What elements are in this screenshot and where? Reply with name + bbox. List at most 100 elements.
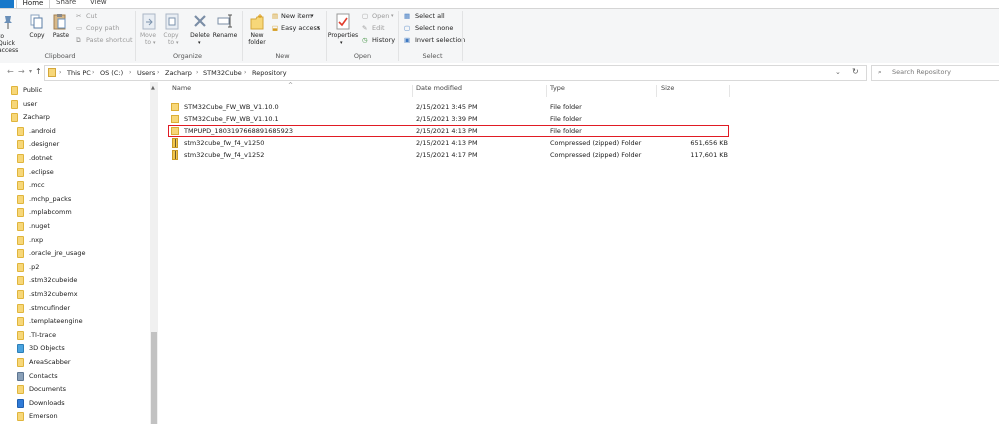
sidebar-item-label: .stm32cubeide bbox=[29, 276, 78, 285]
copy-path-icon: ▭ bbox=[76, 24, 83, 32]
file-row[interactable]: STM32Cube_FW_WB_V1.10.1 2/15/2021 3:39 PM… bbox=[168, 113, 728, 125]
folder-icon bbox=[17, 167, 24, 177]
cut-button[interactable]: Cut bbox=[86, 12, 97, 21]
tab-share[interactable]: Share bbox=[56, 0, 76, 8]
file-row[interactable]: STM32Cube_FW_WB_V1.10.0 2/15/2021 3:45 PM… bbox=[168, 101, 728, 113]
select-none-button[interactable]: Select none bbox=[415, 24, 453, 33]
new-folder-button[interactable]: New folder bbox=[244, 32, 270, 46]
sidebar-item[interactable]: Contacts bbox=[0, 370, 150, 383]
invert-selection-button[interactable]: Invert selection bbox=[415, 36, 465, 45]
sidebar-item[interactable]: .mcc bbox=[0, 179, 150, 192]
folder-icon bbox=[17, 126, 24, 136]
open-button[interactable]: Open bbox=[372, 12, 389, 21]
back-arrow-icon[interactable]: ← bbox=[7, 67, 14, 76]
sidebar-item[interactable]: Downloads bbox=[0, 397, 150, 410]
tab-view[interactable]: View bbox=[90, 0, 107, 8]
column-date-modified[interactable]: Date modified bbox=[416, 84, 462, 98]
breadcrumb-this-pc[interactable]: This PC bbox=[67, 69, 91, 77]
select-all-button[interactable]: Select all bbox=[415, 12, 445, 21]
column-name[interactable]: Name bbox=[172, 84, 191, 98]
scrollbar-thumb[interactable] bbox=[151, 332, 157, 424]
address-dropdown-icon[interactable]: ⌄ bbox=[835, 68, 841, 76]
sidebar-item[interactable]: .eclipse bbox=[0, 166, 150, 179]
column-divider[interactable] bbox=[656, 85, 657, 97]
file-row[interactable]: stm32cube_fw_f4_v1250 2/15/2021 4:13 PM Co… bbox=[168, 137, 728, 149]
file-row[interactable]: stm32cube_fw_f4_v1252 2/15/2021 4:17 PM Co… bbox=[168, 149, 728, 161]
sidebar-item[interactable]: Emerson bbox=[0, 410, 150, 423]
objects-3d-icon bbox=[17, 344, 24, 354]
scroll-up-icon[interactable]: ▲ bbox=[151, 84, 155, 93]
refresh-icon[interactable]: ↻ bbox=[852, 67, 859, 76]
new-item-button[interactable]: New item bbox=[281, 12, 312, 21]
folder-icon bbox=[17, 412, 24, 422]
sidebar-item[interactable]: .android bbox=[0, 125, 150, 138]
file-name: STM32Cube_FW_WB_V1.10.0 bbox=[184, 103, 279, 111]
breadcrumb-stm32cube[interactable]: STM32Cube bbox=[203, 69, 242, 77]
recent-chevron-icon[interactable]: ▾ bbox=[29, 68, 32, 75]
sidebar-item[interactable]: Documents bbox=[0, 383, 150, 396]
folder-icon bbox=[17, 262, 24, 272]
sidebar-item[interactable]: .nuget bbox=[0, 220, 150, 233]
paste-button[interactable]: Paste bbox=[50, 32, 72, 39]
sidebar-item[interactable]: AreaScabber bbox=[0, 356, 150, 369]
delete-chevron-icon: ▾ bbox=[198, 40, 201, 46]
sidebar-item[interactable]: .stm32cubeide bbox=[0, 274, 150, 287]
rename-button[interactable]: Rename bbox=[212, 32, 238, 39]
easy-access-button[interactable]: Easy access bbox=[281, 24, 320, 33]
up-arrow-icon[interactable]: ↑ bbox=[35, 67, 42, 76]
column-divider[interactable] bbox=[412, 85, 413, 97]
column-size[interactable]: Size bbox=[661, 84, 674, 98]
sidebar-item[interactable]: .designer bbox=[0, 138, 150, 151]
pin-to-quick-access-button[interactable]: to Quick access bbox=[0, 33, 18, 54]
folder-icon bbox=[11, 99, 18, 109]
forward-arrow-icon[interactable]: → bbox=[18, 67, 25, 76]
history-icon: ◷ bbox=[362, 36, 368, 44]
navigation-pane: Public user Zacharp .android .designer .dotne… bbox=[0, 82, 160, 424]
navigation-scrollbar[interactable] bbox=[150, 82, 158, 424]
sidebar-item[interactable]: .nxp bbox=[0, 234, 150, 247]
sidebar-item[interactable]: .TI-trace bbox=[0, 329, 150, 342]
properties-button[interactable]: Properties bbox=[326, 32, 360, 39]
folder-icon bbox=[17, 303, 24, 313]
sidebar-item-label: .mplabcomm bbox=[29, 208, 72, 217]
sidebar-item[interactable]: .mchp_packs bbox=[0, 193, 150, 206]
column-divider[interactable] bbox=[546, 85, 547, 97]
delete-button[interactable]: Delete bbox=[188, 32, 212, 39]
select-none-icon: ▢ bbox=[404, 24, 411, 32]
sidebar-item[interactable]: .dotnet bbox=[0, 152, 150, 165]
copy-button[interactable]: Copy bbox=[27, 32, 47, 39]
ribbon: to Quick access Copy Paste ✂ Cut ▭ Copy … bbox=[0, 8, 999, 64]
edit-button[interactable]: Edit bbox=[372, 24, 385, 33]
open-chevron-icon: ▾ bbox=[391, 13, 394, 19]
column-type[interactable]: Type bbox=[550, 84, 565, 98]
address-field[interactable]: › This PC › OS (C:) › Users › Zacharp › … bbox=[44, 65, 867, 81]
tab-file[interactable] bbox=[0, 0, 14, 8]
breadcrumb-users[interactable]: Users bbox=[137, 69, 155, 77]
column-divider[interactable] bbox=[729, 85, 730, 97]
sidebar-item[interactable]: Public bbox=[0, 84, 150, 97]
folder-icon bbox=[17, 235, 24, 245]
sidebar-item[interactable]: .templateengine bbox=[0, 315, 150, 328]
breadcrumb-zacharp[interactable]: Zacharp bbox=[165, 69, 192, 77]
file-date: 2/15/2021 4:13 PM bbox=[416, 139, 478, 147]
sidebar-item[interactable]: .oracle_jre_usage bbox=[0, 247, 150, 260]
sidebar-item-label: .stm32cubemx bbox=[29, 290, 78, 298]
breadcrumb-os-c[interactable]: OS (C:) bbox=[100, 69, 123, 77]
breadcrumb-repository[interactable]: Repository bbox=[252, 69, 287, 77]
folder-icon bbox=[17, 385, 24, 395]
file-type: Compressed (zipped) Folder bbox=[550, 139, 642, 147]
folder-icon bbox=[11, 113, 18, 123]
search-input[interactable]: ⌕ Search Repository bbox=[871, 65, 999, 81]
copy-path-button[interactable]: Copy path bbox=[86, 24, 119, 33]
paste-shortcut-button[interactable]: Paste shortcut bbox=[86, 36, 133, 45]
sidebar-item[interactable]: 3D Objects bbox=[0, 342, 150, 355]
sidebar-item[interactable]: .p2 bbox=[0, 261, 150, 274]
sidebar-item-label: .nuget bbox=[29, 222, 50, 230]
sidebar-item[interactable]: .stm32cubemx bbox=[0, 288, 150, 301]
open-icon: ▢ bbox=[362, 12, 369, 20]
sidebar-item[interactable]: .mplabcomm bbox=[0, 206, 150, 219]
sidebar-item[interactable]: .stmcufinder bbox=[0, 302, 150, 315]
history-button[interactable]: History bbox=[372, 36, 395, 45]
sidebar-item[interactable]: user bbox=[0, 98, 150, 111]
sidebar-item[interactable]: Zacharp bbox=[0, 111, 150, 124]
